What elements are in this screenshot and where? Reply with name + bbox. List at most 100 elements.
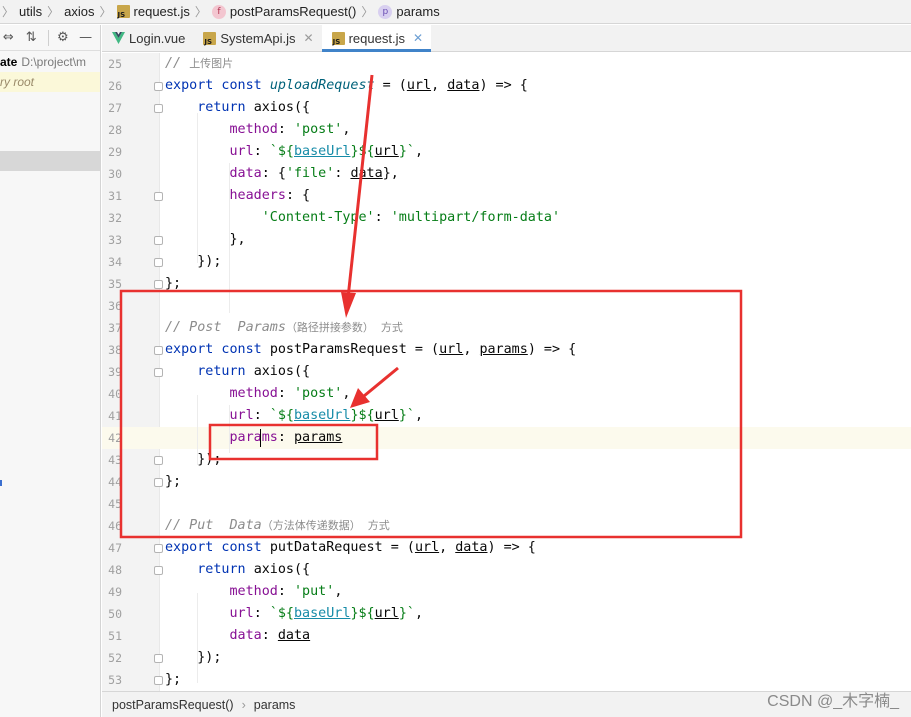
breadcrumb-label: utils (19, 4, 43, 19)
breadcrumb-item-axios[interactable]: axios (64, 4, 94, 19)
selected-tree-row[interactable] (0, 151, 100, 171)
breadcrumb-label: request.js (133, 4, 190, 19)
fold-marker-icon[interactable] (154, 346, 163, 355)
code-line[interactable]: 34 }); (102, 251, 911, 273)
vue-file-icon (112, 32, 125, 44)
code-line[interactable]: 30 data: {'file': data}, (102, 163, 911, 185)
editor-tabs: Login.vue SystemApi.js ✕ request.js ✕ (102, 25, 911, 52)
code-line[interactable]: 26 export const uploadRequest = (url, dat… (102, 75, 911, 97)
code-line[interactable]: 29 url: `${baseUrl}${url}`, (102, 141, 911, 163)
fold-marker-icon[interactable] (154, 192, 163, 201)
code-line[interactable]: 31 headers: { (102, 185, 911, 207)
code-text: // Put Data（方法体传递数据） 方式 (165, 518, 390, 533)
status-breadcrumb-params[interactable]: params (254, 698, 296, 712)
indent-guide (197, 593, 198, 683)
code-line[interactable]: 33 }, (102, 229, 911, 251)
code-line[interactable]: 52 }); (102, 647, 911, 669)
close-icon[interactable]: ✕ (413, 31, 423, 45)
chevron-right-icon: 〉 (47, 5, 60, 19)
line-number: 41 (108, 409, 122, 423)
library-root-label: ry root (0, 75, 35, 89)
line-number: 25 (108, 57, 122, 71)
fold-marker-icon[interactable] (154, 280, 163, 289)
code-line[interactable]: 41 url: `${baseUrl}${url}`, (102, 405, 911, 427)
fold-marker-icon[interactable] (154, 258, 163, 267)
fold-marker-icon[interactable] (154, 456, 163, 465)
code-line[interactable]: 40 method: 'post', (102, 383, 911, 405)
panel-toolbar: ⇔ ⇅ ⚙ — (0, 25, 100, 51)
fold-marker-icon[interactable] (154, 478, 163, 487)
minimize-icon[interactable]: — (77, 29, 94, 47)
code-text: url: `${baseUrl}${url}`, (229, 144, 424, 159)
line-number: 53 (108, 673, 122, 687)
code-editor[interactable]: 25 // 上传图片 26 export const uploadRequest = … (102, 53, 911, 691)
tab-request-js[interactable]: request.js ✕ (321, 25, 432, 52)
code-line[interactable]: 42 params: params (102, 427, 911, 449)
code-line[interactable]: 39 return axios({ (102, 361, 911, 383)
breadcrumb-item-function[interactable]: f postParamsRequest() (211, 4, 356, 19)
fold-marker-icon[interactable] (154, 104, 163, 113)
tab-systemapi-js[interactable]: SystemApi.js ✕ (193, 25, 321, 51)
code-text: }, (165, 232, 246, 247)
code-line[interactable]: 38 export const postParamsRequest = (url,… (102, 339, 911, 361)
breadcrumb-item-params[interactable]: p params (378, 4, 440, 19)
fold-marker-icon[interactable] (154, 676, 163, 685)
indent-guide (229, 163, 230, 313)
code-text: method: 'put', (229, 584, 343, 599)
code-text: }; (165, 474, 182, 489)
code-line[interactable]: 35}; (102, 273, 911, 295)
close-icon[interactable]: ✕ (304, 31, 314, 45)
gear-icon[interactable]: ⚙ (54, 29, 71, 47)
code-line[interactable]: 47 export const putDataRequest = (url, da… (102, 537, 911, 559)
line-number: 44 (108, 475, 122, 489)
line-number: 45 (108, 497, 122, 511)
line-number: 33 (108, 233, 122, 247)
code-line[interactable]: 44}; (102, 471, 911, 493)
code-line[interactable]: 27 return axios({ (102, 97, 911, 119)
code-line[interactable]: 28 method: 'post', (102, 119, 911, 141)
code-text: }); (165, 650, 222, 665)
code-line[interactable]: 48 return axios({ (102, 559, 911, 581)
library-root-row[interactable]: ry root (0, 72, 100, 92)
line-number: 30 (108, 167, 122, 181)
project-panel: ⇔ ⇅ ⚙ — ate D:\project\m ry root (0, 25, 101, 717)
code-line[interactable]: 36 (102, 295, 911, 317)
code-text: method: 'post', (229, 122, 351, 137)
line-number: 27 (108, 101, 122, 115)
fold-marker-icon[interactable] (154, 236, 163, 245)
breadcrumb-item-request-js[interactable]: request.js (116, 4, 190, 19)
code-line[interactable]: 50 url: `${baseUrl}${url}`, (102, 603, 911, 625)
fold-marker-icon[interactable] (154, 654, 163, 663)
fold-marker-icon[interactable] (154, 566, 163, 575)
code-line[interactable]: 32 'Content-Type': 'multipart/form-data' (102, 207, 911, 229)
code-line[interactable]: 51 data: data (102, 625, 911, 647)
code-line[interactable]: 46 // Put Data（方法体传递数据） 方式 (102, 515, 911, 537)
tab-label: Login.vue (129, 30, 186, 46)
code-text: method: 'post', (229, 386, 351, 401)
status-breadcrumb-function[interactable]: postParamsRequest() (112, 698, 234, 712)
line-number: 39 (108, 365, 122, 379)
line-number: 51 (108, 629, 122, 643)
breadcrumb: 〉 utils 〉 axios 〉 request.js 〉 f postPar… (0, 0, 911, 24)
tab-login-vue[interactable]: Login.vue (102, 25, 193, 51)
collapse-all-icon[interactable]: ⇅ (23, 29, 40, 47)
code-line[interactable]: 37 // Post Params（路径拼接参数） 方式 (102, 317, 911, 339)
project-name: ate (0, 55, 18, 69)
project-root-row[interactable]: ate D:\project\m (0, 52, 100, 72)
code-text: url: `${baseUrl}${url}`, (229, 408, 424, 423)
expand-all-icon[interactable]: ⇔ (0, 29, 17, 47)
code-line[interactable]: 49 method: 'put', (102, 581, 911, 603)
breadcrumb-item-utils[interactable]: 〉 utils (2, 3, 42, 20)
line-number: 28 (108, 123, 122, 137)
line-number: 48 (108, 563, 122, 577)
breadcrumb-label: axios (64, 4, 95, 19)
fold-marker-icon[interactable] (154, 544, 163, 553)
code-line[interactable]: 43 }); (102, 449, 911, 471)
fold-marker-icon[interactable] (154, 82, 163, 91)
code-text: // 上传图片 (165, 56, 234, 71)
fold-marker-icon[interactable] (154, 368, 163, 377)
tab-label: SystemApi.js (220, 30, 296, 46)
code-line[interactable]: 25 // 上传图片 (102, 53, 911, 75)
code-line[interactable]: 45 (102, 493, 911, 515)
code-text: export const putDataRequest = (url, data… (165, 540, 536, 555)
